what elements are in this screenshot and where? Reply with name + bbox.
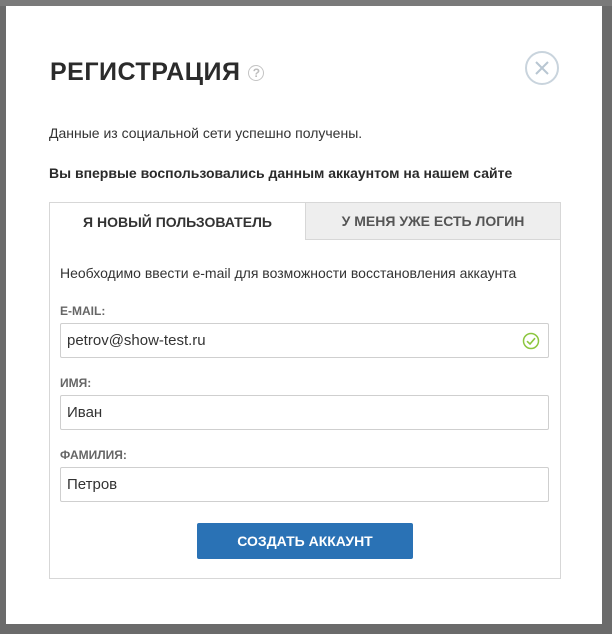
title-row: РЕГИСТРАЦИЯ ? — [50, 58, 265, 87]
email-field[interactable]: petrov@show-test.ru — [60, 323, 549, 358]
email-value: petrov@show-test.ru — [67, 332, 206, 349]
last-name-field[interactable]: Петров — [60, 467, 549, 502]
first-name-value: Иван — [67, 404, 103, 421]
tab-existing-login[interactable]: У МЕНЯ УЖЕ ЕСТЬ ЛОГИН — [306, 203, 560, 240]
last-name-label: ФАМИЛИЯ: — [60, 448, 127, 462]
tab-new-user[interactable]: Я НОВЫЙ ПОЛЬЗОВАТЕЛЬ — [50, 203, 306, 240]
modal-title: РЕГИСТРАЦИЯ — [50, 58, 241, 86]
email-hint: Необходимо ввести e-mail для возможности… — [60, 265, 517, 281]
close-icon — [535, 61, 549, 75]
help-icon[interactable]: ? — [248, 64, 265, 81]
registration-modal: РЕГИСТРАЦИЯ ? Данные из социальной сети … — [6, 6, 602, 624]
close-button[interactable] — [525, 51, 559, 85]
first-time-message: Вы впервые воспользовались данным аккаун… — [49, 165, 513, 181]
email-label: E-MAIL: — [60, 304, 106, 318]
check-circle-icon — [522, 332, 540, 350]
success-message: Данные из социальной сети успешно получе… — [49, 125, 363, 141]
create-account-button[interactable]: СОЗДАТЬ АККАУНТ — [197, 523, 413, 559]
last-name-value: Петров — [67, 476, 118, 493]
registration-panel: Я НОВЫЙ ПОЛЬЗОВАТЕЛЬ У МЕНЯ УЖЕ ЕСТЬ ЛОГ… — [49, 202, 561, 579]
first-name-field[interactable]: Иван — [60, 395, 549, 430]
first-name-label: ИМЯ: — [60, 376, 92, 390]
